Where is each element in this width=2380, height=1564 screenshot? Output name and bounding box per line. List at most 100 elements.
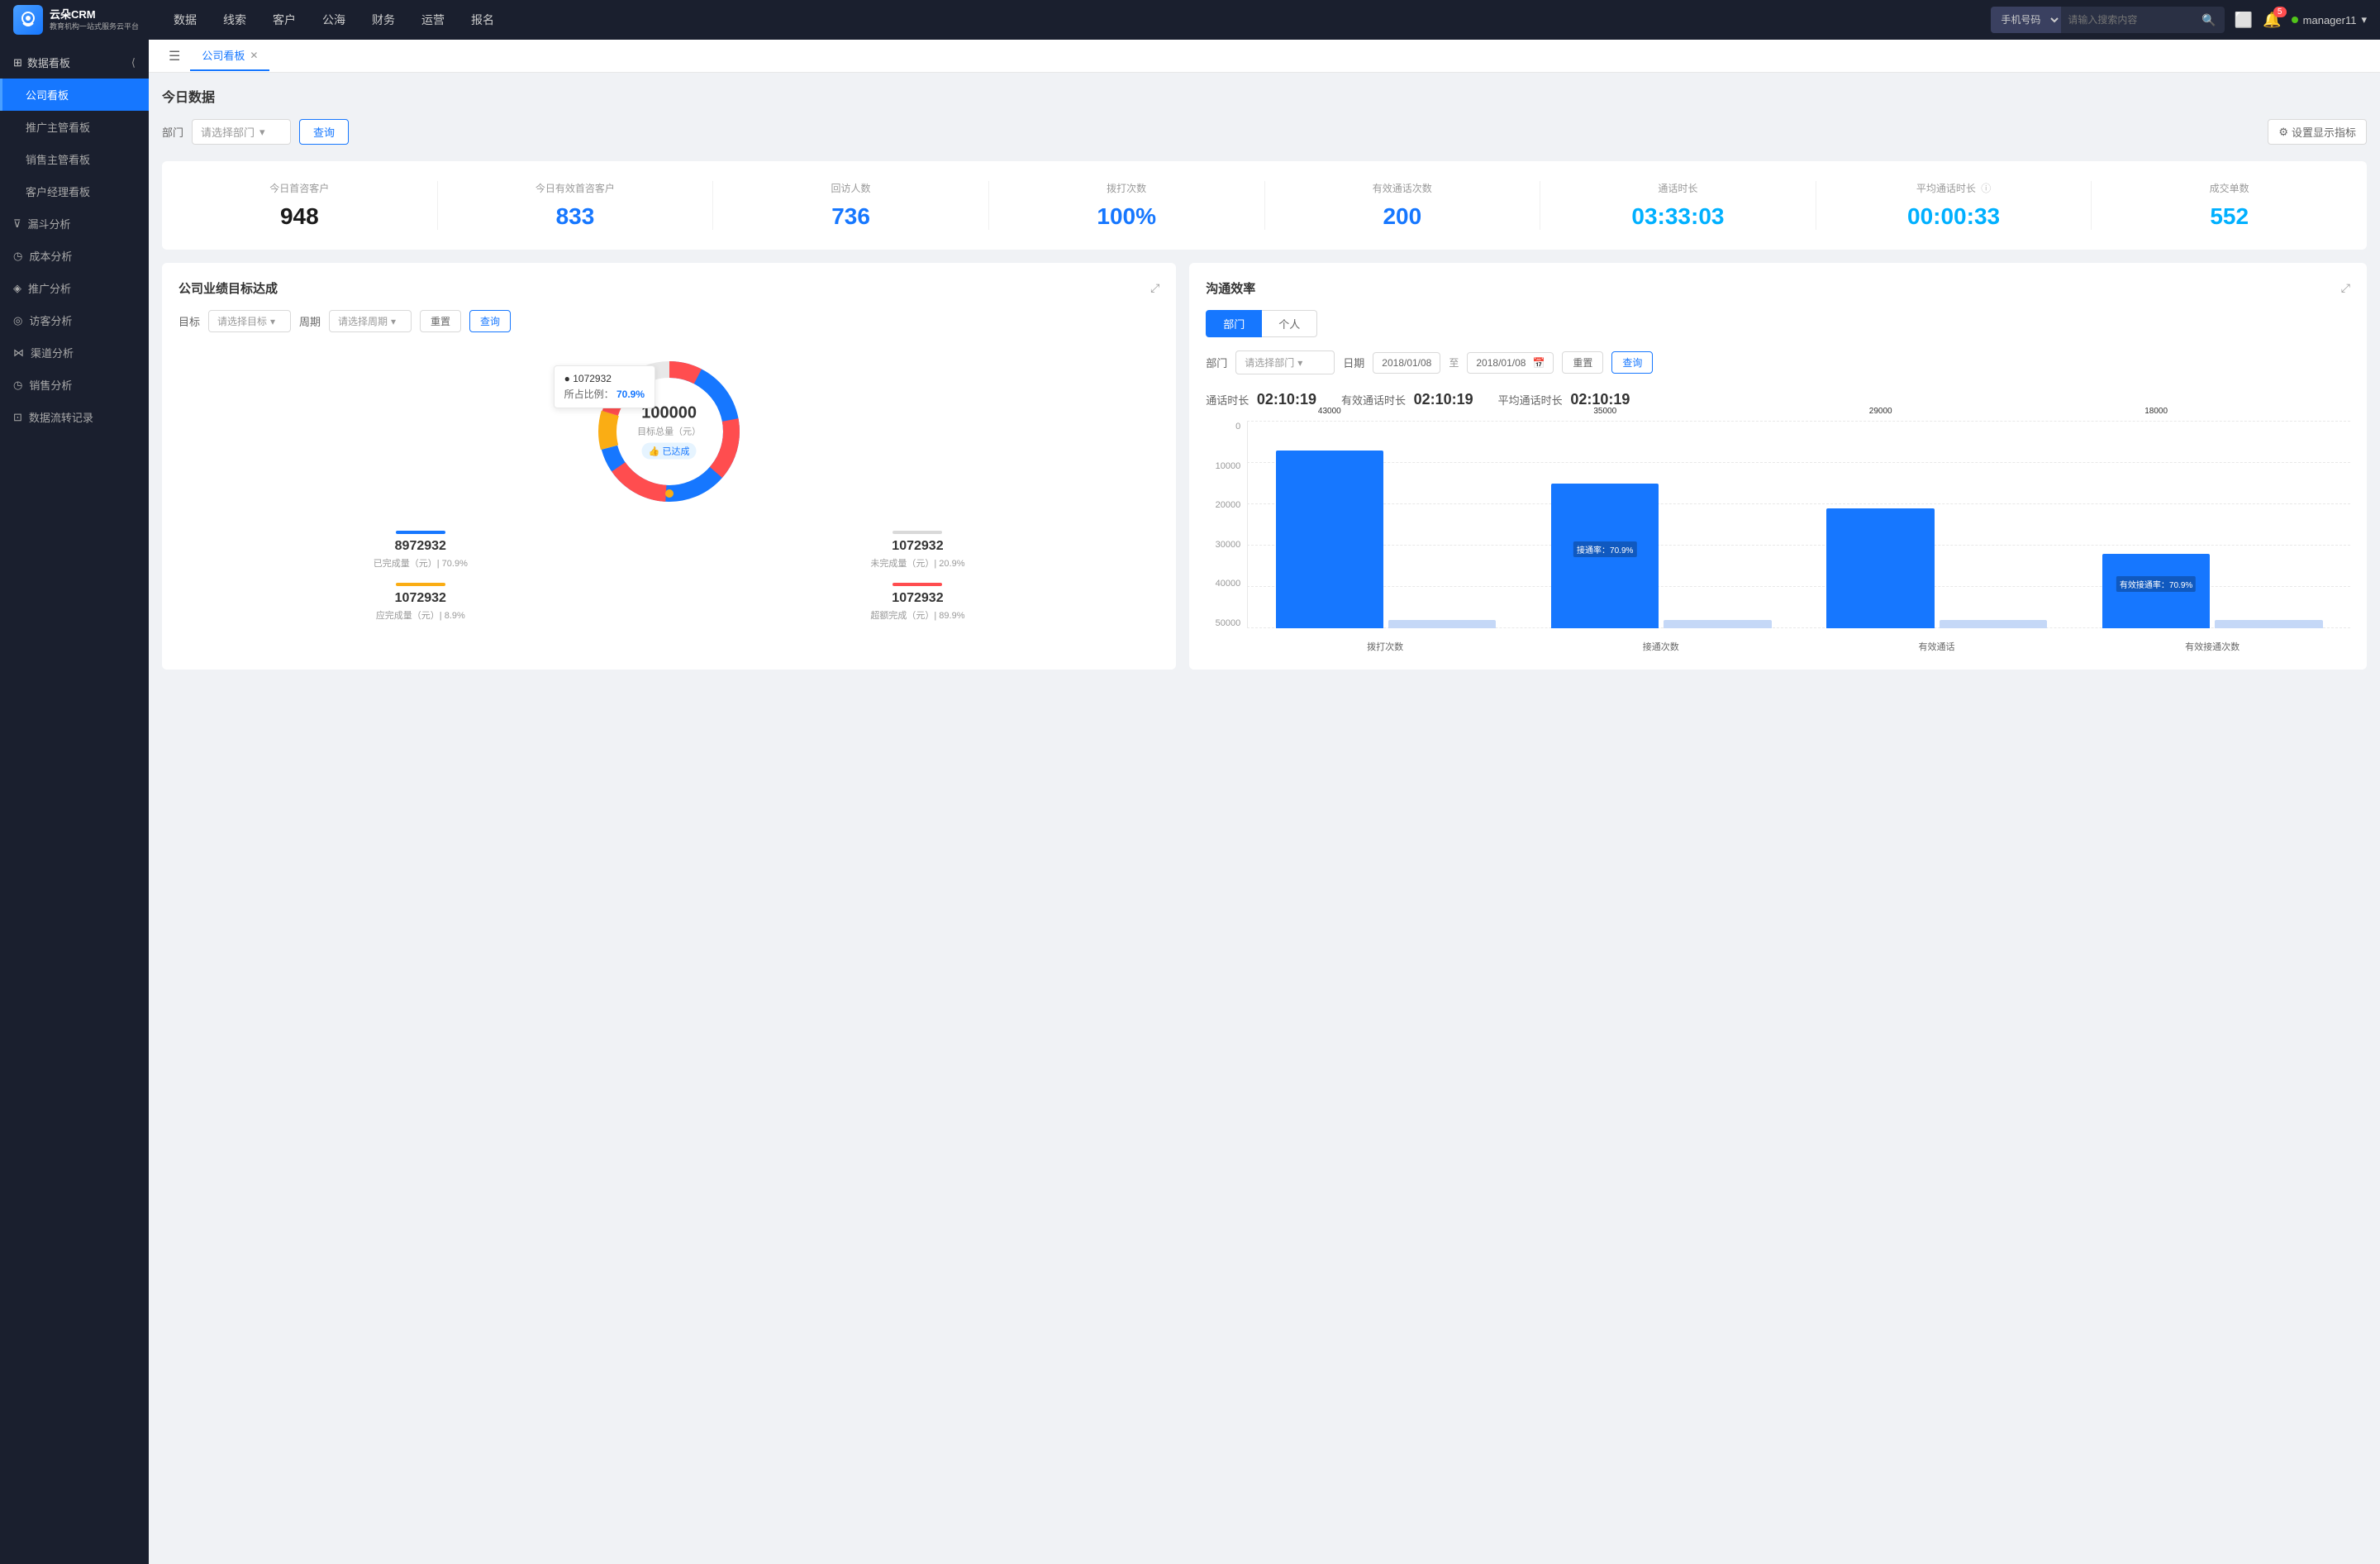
bar-3-1: [2215, 620, 2322, 628]
search-box: 手机号码 🔍: [1991, 7, 2224, 33]
sidebar-item-company-board[interactable]: 公司看板: [0, 79, 149, 111]
target-reset-button[interactable]: 重置: [420, 310, 461, 332]
target-select[interactable]: 请选择目标 ▾: [208, 310, 291, 332]
today-filter-row: 部门 请选择部门 ▾ 查询 ⚙ 设置显示指标: [162, 119, 2367, 145]
grid-icon: ⊞: [13, 56, 22, 69]
stat-value-2: 736: [726, 203, 975, 230]
bar-col-3-1: [2215, 422, 2322, 628]
tab-label: 公司看板: [202, 47, 245, 63]
stat-card-1: 今日有效首咨客户 833: [438, 181, 714, 230]
search-type-select[interactable]: 手机号码: [1991, 7, 2061, 33]
date-end-input[interactable]: 2018/01/08 📅: [1467, 352, 1554, 374]
sidebar-item-promo[interactable]: ◈ 推广分析: [0, 272, 149, 304]
nav-data[interactable]: 数据: [162, 7, 208, 33]
bar-group-0: 43000: [1248, 422, 1523, 628]
efficiency-panel: 沟通效率 ⤢ 部门 个人 部门 请选择部门 ▾: [1189, 263, 2367, 670]
sidebar-item-sales[interactable]: ◷ 销售分析: [0, 369, 149, 401]
nav-operations[interactable]: 运营: [410, 7, 456, 33]
eff-tab-personal[interactable]: 个人: [1262, 310, 1317, 337]
eff-query-button[interactable]: 查询: [1611, 351, 1653, 374]
date-start-input[interactable]: 2018/01/08: [1373, 352, 1440, 374]
bar-chart: 50000 40000 30000 20000 10000 0: [1206, 422, 2350, 653]
sidebar-item-account-manager[interactable]: 客户经理看板: [0, 175, 149, 207]
bar-1-1: [1664, 620, 1771, 628]
bar-annotation-3: 有效接通率：70.9%: [2116, 576, 2196, 592]
sidebar-section-title: ⊞ 数据看板: [13, 55, 70, 70]
bar-2-1: [1940, 620, 2047, 628]
settings-icon: ⚙: [2278, 126, 2288, 139]
bar-1-0: 接通率：70.9%: [1551, 484, 1659, 628]
y-label-0: 0: [1206, 422, 1247, 432]
nav-leads[interactable]: 线索: [212, 7, 258, 33]
sidebar-section-header[interactable]: ⊞ 数据看板 ⟨: [0, 46, 149, 79]
avg-stat: 平均通话时长 02:10:19: [1498, 391, 1630, 408]
today-query-button[interactable]: 查询: [299, 119, 349, 145]
tab-company-board[interactable]: 公司看板 ✕: [190, 41, 269, 71]
sidebar-item-channel[interactable]: ⋈ 渠道分析: [0, 336, 149, 369]
stat-label-4: 有效通话次数: [1278, 181, 1527, 195]
nav-customers[interactable]: 客户: [261, 7, 307, 33]
hamburger-button[interactable]: ☰: [162, 45, 187, 68]
legend-bar-1: [892, 531, 942, 534]
legend-bar-2: [396, 583, 445, 586]
period-select[interactable]: 请选择周期 ▾: [329, 310, 412, 332]
today-data-section: 今日数据 部门 请选择部门 ▾ 查询 ⚙ 设置显示指标: [162, 86, 2367, 250]
eff-tab-dept[interactable]: 部门: [1206, 310, 1262, 337]
bar-annotation-1: 接通率：70.9%: [1573, 541, 1636, 557]
sidebar-item-cost[interactable]: ◷ 成本分析: [0, 240, 149, 272]
eff-reset-button[interactable]: 重置: [1562, 351, 1603, 374]
legend-value-1: 1072932: [676, 539, 1160, 554]
legend-desc-2: 应完成量（元）| 8.9%: [178, 608, 663, 622]
legend-item-2: 1072932 应完成量（元）| 8.9%: [178, 583, 663, 622]
stat-value-4: 200: [1278, 203, 1527, 230]
search-input[interactable]: [2061, 14, 2193, 26]
sidebar-item-flow[interactable]: ⊡ 数据流转记录: [0, 401, 149, 433]
sidebar-item-sales-manager[interactable]: 销售主管看板: [0, 143, 149, 175]
sidebar-item-visitor[interactable]: ◎ 访客分析: [0, 304, 149, 336]
bar-col-2-1: [1940, 422, 2047, 628]
flow-icon: ⊡: [13, 411, 22, 424]
chart-y-axis: 50000 40000 30000 20000 10000 0: [1206, 422, 1247, 628]
legend-desc-1: 未完成量（元）| 20.9%: [676, 556, 1160, 570]
nav-public-sea[interactable]: 公海: [311, 7, 357, 33]
sidebar-item-promo-manager[interactable]: 推广主管看板: [0, 111, 149, 143]
dept-select[interactable]: 请选择部门 ▾: [192, 119, 291, 145]
bar-col-0-0: 43000: [1276, 422, 1383, 628]
bar-label-18000: 18000: [2144, 407, 2168, 416]
legend-item-0: 8972932 已完成量（元）| 70.9%: [178, 531, 663, 570]
avg-value: 02:10:19: [1570, 391, 1630, 408]
nav-right: 手机号码 🔍 ⬜ 🔔 5 manager11 ▾: [1991, 7, 2367, 33]
nav-signup[interactable]: 报名: [459, 7, 506, 33]
target-query-button[interactable]: 查询: [469, 310, 511, 332]
y-label-30000: 30000: [1206, 540, 1247, 550]
sidebar-item-funnel[interactable]: ⊽ 漏斗分析: [0, 207, 149, 240]
efficiency-tabs: 部门 个人: [1206, 310, 2350, 337]
y-label-10000: 10000: [1206, 461, 1247, 471]
legend-bar-3: [892, 583, 942, 586]
collapse-icon[interactable]: ⟨: [131, 56, 136, 69]
legend-desc-3: 超额完成（元）| 89.9%: [676, 608, 1160, 622]
efficiency-panel-title: 沟通效率: [1206, 279, 1255, 297]
target-expand-button[interactable]: ⤢: [1150, 281, 1159, 295]
bar-col-0-1: [1388, 422, 1496, 628]
legend-bar-0: [396, 531, 445, 534]
x-label-2: 有效通话: [1799, 640, 2075, 653]
bar-group-1: 35000 接通率：70.9%: [1524, 422, 1799, 628]
stat-value-1: 833: [451, 203, 700, 230]
search-button[interactable]: 🔍: [2193, 13, 2224, 27]
filter-left: 部门 请选择部门 ▾ 查询: [162, 119, 349, 145]
efficiency-expand-button[interactable]: ⤢: [2341, 281, 2350, 295]
thumbs-up-icon: 👍: [649, 446, 660, 456]
tab-close-button[interactable]: ✕: [250, 50, 258, 61]
monitor-icon[interactable]: ⬜: [2235, 12, 2253, 29]
notification-icon[interactable]: 🔔 5: [2263, 12, 2281, 29]
user-dropdown-icon[interactable]: ▾: [2361, 13, 2367, 26]
donut-center-label: 目标总量（元）: [637, 425, 701, 438]
user-area[interactable]: manager11 ▾: [2292, 13, 2367, 26]
stat-card-7: 成交单数 552: [2092, 181, 2367, 230]
nav-finance[interactable]: 财务: [360, 7, 407, 33]
settings-display-button[interactable]: ⚙ 设置显示指标: [2268, 119, 2367, 145]
legend-item-3: 1072932 超额完成（元）| 89.9%: [676, 583, 1160, 622]
eff-dept-select[interactable]: 请选择部门 ▾: [1235, 350, 1335, 374]
sidebar: ⊞ 数据看板 ⟨ 公司看板 推广主管看板 销售主管看板 客户经理看板 ⊽ 漏斗分…: [0, 40, 149, 1564]
